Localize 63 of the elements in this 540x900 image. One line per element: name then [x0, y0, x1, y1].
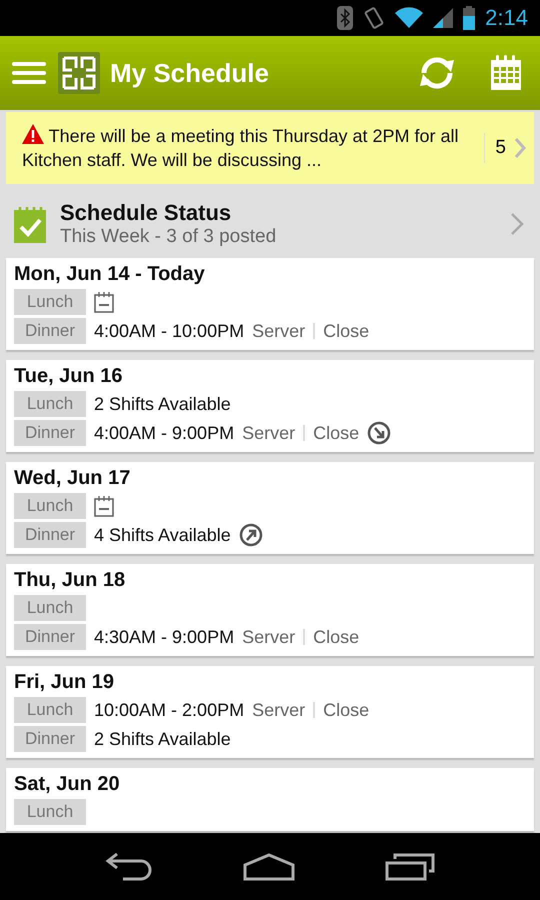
app-logo-icon — [58, 52, 100, 94]
battery-icon — [463, 6, 476, 30]
screen-title: My Schedule — [110, 58, 269, 88]
day-date: Thu, Jun 18 — [14, 568, 126, 592]
meal-label: Dinner — [14, 318, 86, 344]
chevron-right-icon[interactable] — [514, 137, 526, 159]
meal-label: Lunch — [14, 289, 86, 315]
day-card[interactable]: Fri, Jun 19 Lunch 10:00AM - 2:00PM Server Close Dinner 2 Shifts Available — [6, 666, 534, 758]
shift-time: 4:00AM - 9:00PM — [94, 422, 234, 444]
calendar-minus-icon — [94, 291, 114, 313]
shift-duty: Close — [323, 700, 370, 720]
available-shifts: 4 Shifts Available — [94, 524, 231, 546]
wifi-icon — [395, 7, 424, 29]
calendar-icon[interactable] — [490, 55, 522, 91]
day-card[interactable]: Wed, Jun 17 Lunch Dinner 4 Shifts Available — [6, 462, 534, 554]
checked-notepad-icon — [14, 205, 46, 243]
announcement-banner[interactable]: There will be a meeting this Thursday at 2PM for all Kitchen staff. We will be discussing ... 5 — [6, 112, 534, 184]
day-date: Sat, Jun 20 — [14, 772, 121, 796]
day-date: Tue, Jun 16 — [14, 364, 124, 388]
day-card[interactable]: Tue, Jun 16 Lunch 2 Shifts Available Dinner 4:00AM - 9:00PM Server Close — [6, 360, 534, 452]
chevron-right-icon[interactable] — [510, 212, 524, 236]
shift-role: Server — [252, 320, 306, 342]
warning-icon — [22, 124, 44, 144]
day-card[interactable]: Thu, Jun 18 Lunch Dinner 4:30AM - 9:00PM Server Close — [6, 564, 534, 656]
clock: 2:14 — [485, 5, 528, 31]
schedule-status-title: Schedule Status — [60, 200, 232, 226]
vibrate-icon — [363, 6, 386, 30]
meal-label: Dinner — [14, 522, 86, 548]
shift-duty: Close — [313, 422, 360, 444]
message-count: 5 — [495, 137, 506, 159]
schedule-status-subtitle: This Week - 3 of 3 posted — [60, 226, 278, 248]
schedule-status-row[interactable]: Schedule Status This Week - 3 of 3 posted — [0, 184, 540, 258]
meal-label: Lunch — [14, 799, 86, 825]
shift-time: 4:30AM - 9:00PM — [94, 626, 234, 648]
day-card[interactable]: Sat, Jun 20 Lunch — [6, 768, 534, 831]
day-card[interactable]: Mon, Jun 14 - Today Lunch Dinner 4:00AM - 10:00PM Server Close — [6, 258, 534, 350]
bluetooth-icon — [337, 6, 354, 30]
announcement-text: There will be a meeting this Thursday at 2PM for all Kitchen staff. We will be discussing ... — [22, 124, 460, 172]
shift-duty: Close — [323, 320, 370, 342]
shift-role: Server — [242, 626, 296, 648]
available-shifts: 2 Shifts Available — [94, 728, 231, 750]
menu-icon[interactable] — [12, 62, 46, 84]
available-shifts: 2 Shifts Available — [94, 394, 231, 414]
meal-label: Dinner — [14, 726, 86, 752]
shift-duty: Close — [313, 626, 360, 648]
meal-label: Lunch — [14, 697, 86, 723]
meal-label: Dinner — [14, 420, 86, 446]
back-icon[interactable] — [105, 852, 153, 880]
shift-role: Server — [242, 422, 296, 444]
day-date: Wed, Jun 17 — [14, 466, 132, 490]
meal-label: Lunch — [14, 595, 86, 621]
recent-apps-icon[interactable] — [385, 852, 435, 880]
home-icon[interactable] — [243, 852, 295, 880]
meal-label: Dinner — [14, 624, 86, 650]
day-date: Fri, Jun 19 — [14, 670, 116, 694]
shift-time: 10:00AM - 2:00PM — [94, 700, 244, 720]
shift-role: Server — [252, 700, 306, 720]
calendar-minus-icon — [94, 495, 114, 517]
shift-time: 4:00AM - 10:00PM — [94, 320, 244, 342]
meal-label: Lunch — [14, 391, 86, 417]
meal-label: Lunch — [14, 493, 86, 519]
signal-icon — [433, 8, 454, 28]
day-date: Mon, Jun 14 - Today — [14, 262, 206, 286]
